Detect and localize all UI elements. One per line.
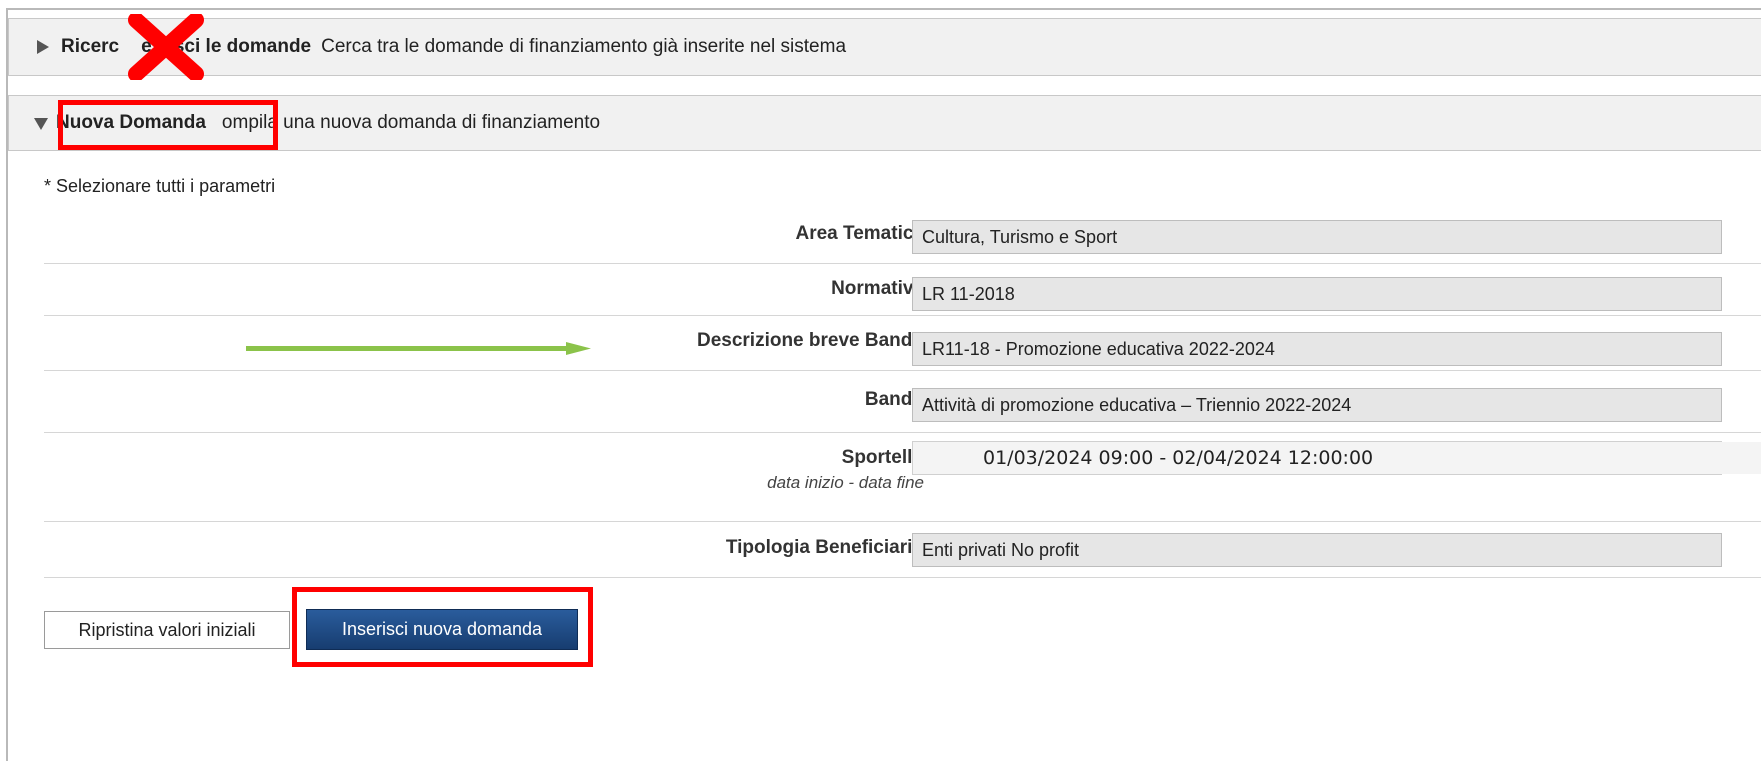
collapse-triangle-icon[interactable] — [34, 118, 48, 130]
reset-button[interactable]: Ripristina valori iniziali — [44, 611, 290, 649]
red-x-mark-icon — [128, 14, 204, 80]
highlight-box-insert-button — [292, 587, 593, 667]
select-area-tematica[interactable]: Cultura, Turismo e Sport — [912, 220, 1722, 254]
select-bando[interactable]: Attività di promozione educativa – Trien… — [912, 388, 1722, 422]
select-normativa[interactable]: LR 11-2018 — [912, 277, 1722, 311]
select-sportello[interactable]: 01/03/2024 09:00 - 02/04/2024 12:00:00 — [912, 441, 1761, 475]
label-tipologia: Tipologia Beneficiario — [725, 537, 924, 558]
sublabel-sportello: data inizio - data fine — [767, 473, 924, 492]
expand-triangle-icon[interactable] — [37, 40, 49, 54]
required-note: * Selezionare tutti i parametri — [44, 176, 276, 196]
label-area-tematica: Area Tematica — [795, 223, 925, 244]
label-normativa: Normativa — [831, 278, 924, 299]
green-arrow-icon — [246, 342, 591, 355]
label-descrizione-bando: Descrizione breve Bando — [696, 330, 924, 351]
sportello-value: 01/03/2024 09:00 - 02/04/2024 12:00:00 — [913, 442, 1761, 474]
select-descrizione-bando[interactable]: LR11-18 - Promozione educativa 2022-2024 — [912, 332, 1722, 366]
panel-header-search[interactable]: Ricerc estisci le domande Cerca tra le do… — [8, 18, 1761, 76]
panel-description-search: Cerca tra le domande di finanziamento gi… — [321, 36, 847, 57]
highlight-box-nuova-domanda — [58, 100, 278, 150]
select-tipologia[interactable]: Enti privati No profit — [912, 533, 1722, 567]
panel-description-new: ompila una nuova domanda di finanziament… — [221, 112, 601, 133]
